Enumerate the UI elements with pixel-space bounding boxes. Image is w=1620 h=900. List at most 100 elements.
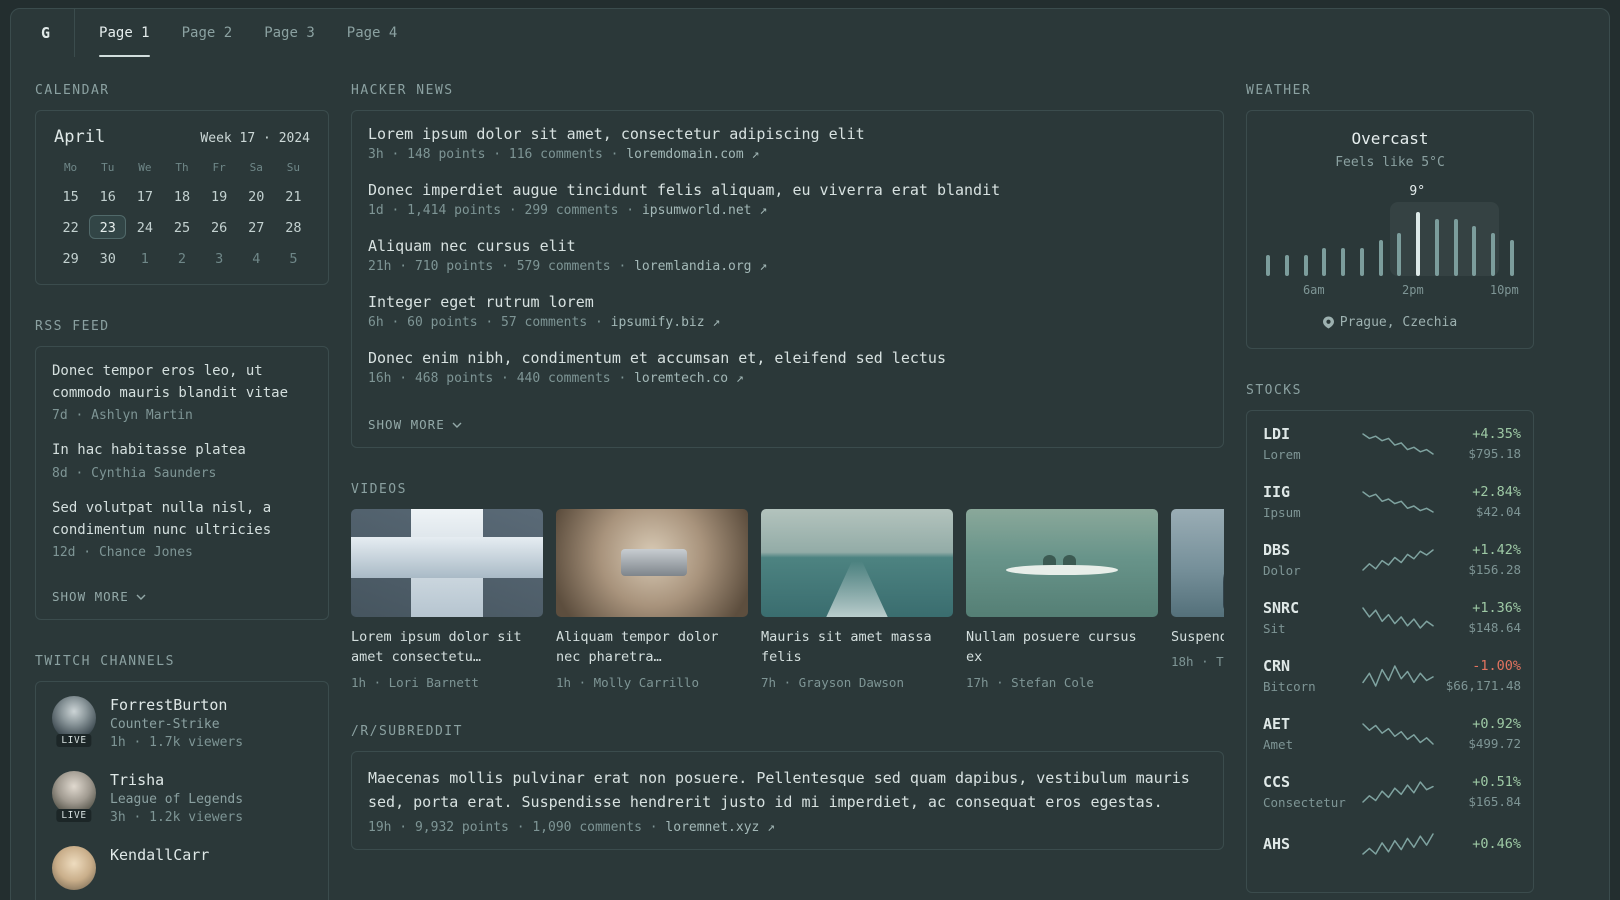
weather-card: Overcast Feels like 5°C 9° 6am 2pm 10pm Pr… [1246, 110, 1534, 349]
stock-row: CRN Bitcorn -1.00% $66,171.48 [1263, 657, 1521, 694]
hn-post: Donec enim nibh, condimentum et accumsan… [368, 349, 1207, 386]
video-thumbnail-camera [556, 509, 748, 617]
video-meta: 1h · Molly Carrillo [556, 674, 699, 690]
show-more-label: SHOW MORE [52, 589, 129, 605]
twitch-channel-name[interactable]: ForrestBurton [110, 696, 243, 714]
rss-show-more-button[interactable]: SHOW MORE [52, 589, 146, 604]
stock-spark-wrap [1361, 605, 1435, 631]
live-badge: LIVE [56, 734, 92, 748]
chevron-down-icon [136, 594, 146, 600]
weather-bar [1472, 226, 1477, 276]
weather-time-label: 6am [1302, 283, 1325, 297]
stock-symbol-block: CRN Bitcorn [1263, 657, 1361, 694]
weather-time-label: 10pm [1489, 283, 1519, 297]
video-title[interactable]: Lorem ipsum dolor sit amet consectetu… [351, 627, 543, 668]
weather-location: Prague, Czechia [1339, 315, 1458, 330]
subreddit-post-title[interactable]: Maecenas mollis pulvinar erat non posuer… [368, 766, 1207, 814]
twitch-channel[interactable]: LIVE ForrestBurton Counter-Strike 1h · 1.7k… [52, 696, 312, 750]
stock-price: $165.84 [1468, 794, 1521, 809]
rss-item[interactable]: Sed volutpat nulla nisl, a condimentum n… [52, 498, 312, 560]
hn-post-title[interactable]: Aliquam nec cursus elit [368, 237, 1207, 255]
stock-values: +1.42% $156.28 [1435, 542, 1521, 577]
stock-name: Bitcorn [1263, 679, 1316, 694]
video-title[interactable]: Suspendisse diam [1171, 627, 1224, 647]
rss-item[interactable]: Donec tempor eros leo, ut commodo mauris… [52, 361, 312, 423]
calendar-month: April [54, 127, 106, 147]
stock-values: +2.84% $42.04 [1435, 484, 1521, 519]
weather-bar [1509, 240, 1514, 276]
hn-post: Lorem ipsum dolor sit amet, consectetur … [368, 125, 1207, 162]
calendar-day: 22 [62, 220, 79, 236]
weather-widget: WEATHER Overcast Feels like 5°C 9° 6am 2p… [1246, 83, 1534, 349]
twitch-widget: TWITCH CHANNELS LIVE ForrestBurton Counter… [35, 654, 329, 900]
stock-row: IIG Ipsum +2.84% $42.04 [1263, 483, 1521, 520]
stock-row: AHS +0.46% [1263, 831, 1521, 857]
hn-post-meta: 3h · 148 points · 116 comments · loremdo… [368, 147, 760, 162]
twitch-channel[interactable]: LIVE Trisha League of Legends 3h · 1.2k vie… [52, 771, 312, 825]
hn-post-domain-link[interactable]: ipsumify.biz ↗ [611, 315, 721, 330]
hn-post-meta: 16h · 468 points · 440 comments · loremt… [368, 371, 744, 386]
calendar-day: 30 [99, 251, 116, 267]
subreddit-post-domain-link[interactable]: loremnet.xyz ↗ [665, 820, 775, 835]
middle-column: HACKER NEWS Lorem ipsum dolor sit amet, … [351, 83, 1224, 900]
hn-post-title[interactable]: Integer eget rutrum lorem [368, 293, 1207, 311]
video-title[interactable]: Aliquam tempor dolor nec pharetra… [556, 627, 748, 668]
hn-post-title[interactable]: Donec enim nibh, condimentum et accumsan… [368, 349, 1207, 367]
stock-name: Dolor [1263, 563, 1301, 578]
twitch-section-title: TWITCH CHANNELS [35, 654, 175, 670]
calendar-day: 17 [136, 189, 153, 205]
video-card[interactable]: Mauris sit amet massa felis 7h · Grayson … [761, 509, 953, 690]
rss-item[interactable]: In hac habitasse platea 8d · Cynthia Saun… [52, 440, 312, 481]
twitch-avatar-wrap [52, 846, 96, 891]
hn-post-title[interactable]: Lorem ipsum dolor sit amet, consectetur … [368, 125, 1207, 143]
stock-symbol: DBS [1263, 541, 1291, 559]
hn-post-domain-link[interactable]: loremtech.co ↗ [634, 371, 744, 386]
hn-post-title[interactable]: Donec imperdiet augue tincidunt felis al… [368, 181, 1207, 199]
stock-change: +4.35% [1472, 426, 1521, 442]
video-title[interactable]: Nullam posuere cursus ex [966, 627, 1158, 668]
rss-item-title[interactable]: Donec tempor eros leo, ut commodo mauris… [52, 361, 312, 404]
hn-post-meta: 1d · 1,414 points · 299 comments · ipsum… [368, 203, 768, 218]
weather-bar [1303, 254, 1308, 276]
calendar-day: 20 [248, 189, 265, 205]
tab-page-1[interactable]: Page 1 [99, 9, 150, 57]
stock-price: $42.04 [1475, 504, 1521, 519]
video-title[interactable]: Mauris sit amet massa felis [761, 627, 953, 668]
hn-post-domain-link[interactable]: loremlandia.org ↗ [634, 259, 767, 274]
twitch-channel-name[interactable]: KendallCarr [110, 846, 209, 864]
calendar-day: 5 [289, 251, 298, 267]
stock-spark-wrap [1361, 831, 1435, 857]
hn-show-more-button[interactable]: SHOW MORE [368, 417, 462, 432]
hn-post-domain-link[interactable]: ipsumworld.net ↗ [642, 203, 767, 218]
tab-page-3[interactable]: Page 3 [264, 9, 315, 57]
rss-item-title[interactable]: Sed volutpat nulla nisl, a condimentum n… [52, 498, 312, 541]
video-card[interactable]: Nullam posuere cursus ex 17h · Stefan Col… [966, 509, 1158, 690]
tab-page-2[interactable]: Page 2 [182, 9, 233, 57]
stocks-card: LDI Lorem +4.35% $795.18 IIG Ipsum +2.84% $42.0… [1246, 410, 1534, 893]
logo[interactable]: G [29, 9, 76, 57]
calendar-widget: CALENDAR April Week 17 · 2024 Mo Tu We Th Fr… [35, 83, 329, 285]
stock-price: $66,171.48 [1445, 678, 1521, 693]
stock-spark-wrap [1361, 721, 1435, 747]
video-card[interactable]: Aliquam tempor dolor nec pharetra… 1h · M… [556, 509, 748, 690]
dashboard-frame: G Page 1 Page 2 Page 3 Page 4 CALENDAR Apri… [10, 8, 1610, 900]
hacker-news-section-title: HACKER NEWS [351, 83, 454, 98]
stocks-section-title: STOCKS [1246, 383, 1302, 398]
videos-section-title: VIDEOS [351, 482, 407, 497]
video-card[interactable]: Suspendisse diam 18h · Tara [1171, 509, 1224, 690]
stock-symbol: AET [1263, 715, 1291, 733]
calendar-day-header: Tu [101, 161, 115, 174]
video-card[interactable]: Lorem ipsum dolor sit amet consectetu… 1h… [351, 509, 543, 690]
hn-post-domain-link[interactable]: loremdomain.com ↗ [626, 147, 759, 162]
twitch-channel-info: ForrestBurton Counter-Strike 1h · 1.7k vie… [110, 696, 243, 750]
subreddit-post-meta: 19h · 9,932 points · 1,090 comments · lo… [368, 819, 775, 835]
stocks-list: LDI Lorem +4.35% $795.18 IIG Ipsum +2.84% $42.0… [1263, 425, 1521, 857]
stock-spark-wrap [1361, 779, 1435, 805]
tab-page-4[interactable]: Page 4 [347, 9, 398, 57]
stock-sparkline [1362, 833, 1434, 855]
twitch-channel[interactable]: KendallCarr [52, 846, 312, 891]
live-badge: LIVE [56, 809, 92, 823]
twitch-channel-name[interactable]: Trisha [110, 771, 243, 789]
rss-item-title[interactable]: In hac habitasse platea [52, 440, 312, 462]
rss-list: Donec tempor eros leo, ut commodo mauris… [52, 361, 312, 560]
